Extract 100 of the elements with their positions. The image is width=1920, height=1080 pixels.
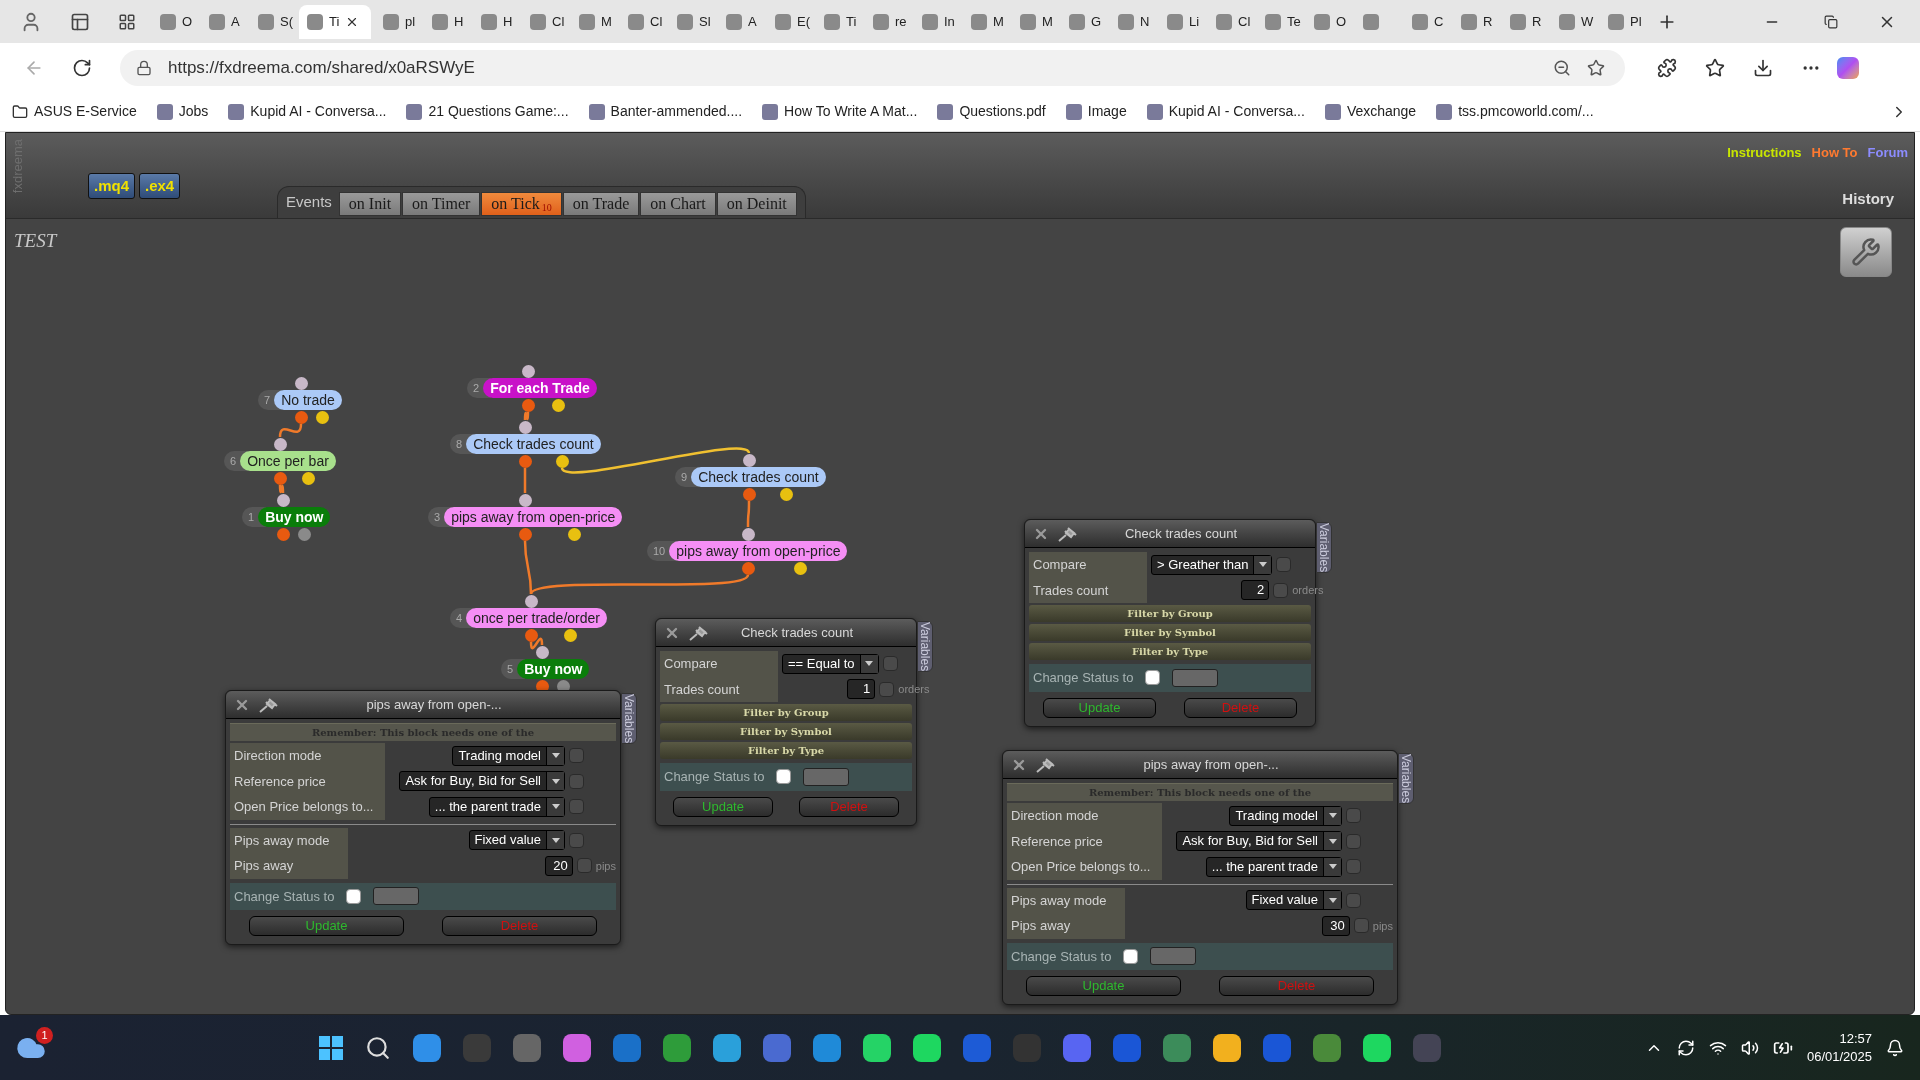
bookmark-link[interactable]: Jobs [156,101,209,122]
number-field[interactable]: 20 [544,855,573,876]
checkbox[interactable] [1346,833,1361,849]
status-input[interactable] [373,887,420,906]
browser-tab[interactable]: O [1306,4,1351,39]
browser-tab[interactable]: In [914,4,959,39]
workspaces-icon[interactable] [70,11,90,32]
browser-tab[interactable]: Cl [1208,4,1253,39]
status-input[interactable] [803,767,850,786]
browser-tab[interactable]: M [1012,4,1057,39]
clock-date[interactable]: 06/01/2025 [1806,1047,1872,1066]
checkbox[interactable] [569,799,584,815]
checkbox[interactable] [1273,582,1289,598]
browser-tab[interactable]: M [571,4,616,39]
tab-actions-icon[interactable] [118,12,136,31]
bookmark-link[interactable]: ASUS E-Service [12,101,137,122]
dropdown[interactable]: > Greather than [1151,554,1273,575]
favorites-icon[interactable] [1705,57,1725,78]
filter-section-header[interactable]: Filter by Symbol [1029,624,1311,641]
volume-icon[interactable] [1740,1038,1759,1057]
browser-tab[interactable]: Cl [522,4,567,39]
status-input[interactable] [1150,947,1197,966]
tools-button[interactable] [1840,227,1892,277]
sync-icon[interactable] [1676,1038,1695,1057]
browser-tab[interactable]: Sl [669,4,714,39]
checkbox[interactable] [1346,859,1361,875]
node-label[interactable]: pips away from open-price [444,507,623,527]
browser-tab[interactable]: Li [1159,4,1204,39]
filter-section-header[interactable]: Filter by Type [1029,643,1311,660]
bookmark-link[interactable]: How To Write A Mat... [762,101,918,122]
restore-icon[interactable] [1824,14,1838,29]
checkbox[interactable] [569,748,584,764]
taskbar-app-icon[interactable] [713,1033,742,1062]
update-button[interactable]: Update [1026,976,1181,996]
checkbox[interactable] [1123,948,1139,964]
node-label[interactable]: Check trades count [691,467,826,487]
bookmark-link[interactable]: Image [1065,101,1127,122]
browser-tab[interactable]: Pl [1600,4,1645,39]
filter-section-header[interactable]: Filter by Symbol [660,723,912,740]
browser-tab[interactable]: Ti [816,4,861,39]
checkbox[interactable] [1353,918,1369,934]
browser-tab[interactable]: C [1404,4,1449,39]
dropdown[interactable]: ... the parent trade [428,796,565,817]
browser-tab[interactable]: N [1110,4,1155,39]
dropdown[interactable]: Ask for Buy, Bid for Sell [399,771,565,792]
filter-section-header[interactable]: Filter by Group [1029,605,1311,622]
export-button[interactable]: .ex4 [139,173,181,199]
dropdown[interactable]: Trading model [1229,805,1342,826]
checkbox[interactable] [576,858,592,874]
browser-tab[interactable]: A [718,4,763,39]
event-tab[interactable]: on Chart [640,192,716,216]
node-label[interactable]: pips away from open-price [669,541,848,561]
zoom-out-icon[interactable] [1553,58,1571,77]
browser-tab[interactable]: H [424,4,469,39]
taskbar-app-icon[interactable] [563,1033,592,1062]
node-label[interactable]: Check trades count [466,434,601,454]
bookmark-link[interactable]: Kupid AI - Conversa... [1146,101,1305,122]
filter-section-header[interactable]: Filter by Type [660,742,912,759]
browser-tab[interactable]: M [963,4,1008,39]
refresh-icon[interactable] [72,57,92,78]
taskbar-app-icon[interactable] [413,1033,442,1062]
start-icon[interactable] [319,1035,344,1060]
checkbox[interactable] [569,773,584,789]
variables-tab[interactable]: Variables [621,693,637,745]
browser-tab[interactable]: E( [767,4,812,39]
browser-tab[interactable]: Te [1257,4,1302,39]
export-button[interactable]: .mq4 [88,173,135,199]
taskbar-app-icon[interactable] [1213,1033,1242,1062]
checkbox[interactable] [1346,892,1361,908]
checkbox[interactable] [882,656,898,672]
browser-tab[interactable]: G [1061,4,1106,39]
dropdown[interactable]: ... the parent trade [1205,856,1342,877]
taskbar-app-icon[interactable] [913,1033,942,1062]
browser-tab[interactable]: A [201,4,246,39]
event-tab[interactable]: on Trade [562,192,640,216]
dropdown[interactable]: Trading model [452,745,565,766]
browser-tab[interactable]: R [1502,4,1547,39]
number-field[interactable]: 2 [1241,580,1270,601]
bookmark-link[interactable]: tss.pmcoworld.com/... [1436,101,1594,122]
update-button[interactable]: Update [249,916,404,936]
star-icon[interactable] [1587,58,1605,77]
event-tab[interactable]: on Timer [402,192,481,216]
extensions-icon[interactable] [1657,57,1677,78]
address-field[interactable]: https://fxdreema.com/shared/x0aRSWyE [120,49,1625,86]
dropdown[interactable]: Fixed value [1245,890,1342,911]
browser-tab[interactable]: W [1551,4,1596,39]
node-label[interactable]: Buy now [258,507,331,527]
notifications-icon[interactable] [1886,1038,1904,1057]
history-link[interactable]: History [1842,187,1894,210]
taskbar-app-icon[interactable] [1063,1033,1092,1062]
taskbar-app-icon[interactable] [1363,1033,1392,1062]
browser-tab[interactable]: pl [375,4,420,39]
status-input[interactable] [1172,668,1219,687]
dropdown[interactable]: == Equal to [782,653,879,674]
node-label[interactable]: once per trade/order [466,608,607,628]
number-field[interactable]: 30 [1321,915,1350,936]
bookmark-link[interactable]: Kupid AI - Conversa... [228,101,387,122]
event-tab[interactable]: on Deinit [716,192,797,216]
node-label[interactable]: No trade [274,390,342,410]
variables-tab[interactable]: Variables [1316,522,1332,574]
